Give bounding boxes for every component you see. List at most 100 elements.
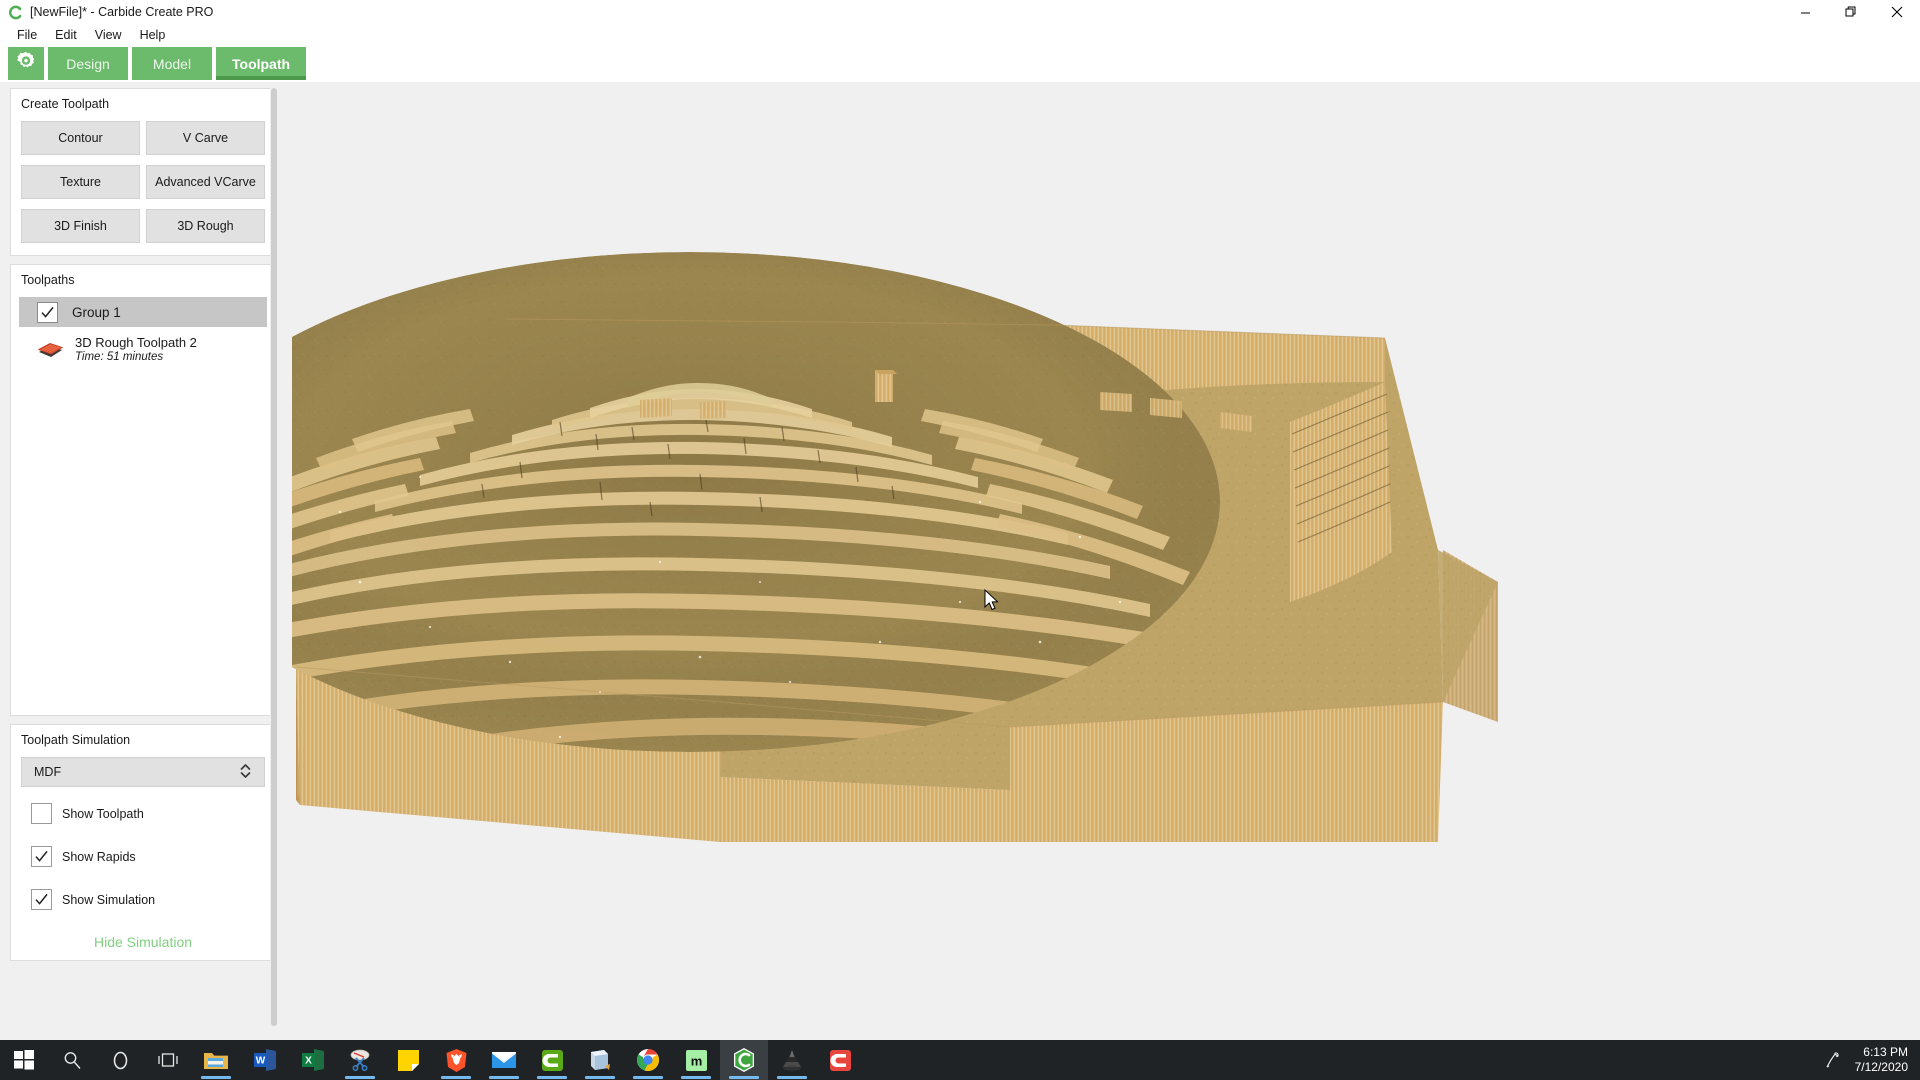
brave-browser-button[interactable] [432,1040,480,1080]
m-app-icon: m [685,1049,707,1071]
scrollbar-thumb[interactable] [271,88,277,1026]
toolpaths-title: Toolpaths [21,273,75,287]
task-view-button[interactable] [144,1040,192,1080]
mail-button[interactable] [480,1040,528,1080]
toolpath-group-row[interactable]: Group 1 [19,297,267,327]
left-panel: Create Toolpath Contour V Carve Texture … [0,82,284,1040]
3d-finish-button[interactable]: 3D Finish [21,209,140,243]
vcarve-button[interactable]: V Carve [146,121,265,155]
application-window: [NewFile]* - Carbide Create PRO File Edi… [0,0,1920,1080]
toolpath-list-item[interactable]: 3D Rough Toolpath 2 Time: 51 minutes [11,327,275,363]
m-app-button[interactable]: m [672,1040,720,1080]
tab-toolpath[interactable]: Toolpath [216,47,307,80]
clock[interactable]: 6:13 PM 7/12/2020 [1855,1045,1908,1075]
camtasia-button[interactable] [528,1040,576,1080]
cortana-button[interactable] [96,1040,144,1080]
simulation-title: Toolpath Simulation [21,733,131,747]
tab-design[interactable]: Design [48,47,128,80]
create-toolpath-title: Create Toolpath [21,97,110,111]
group-visibility-checkbox[interactable] [37,301,58,323]
chrome-button[interactable] [624,1040,672,1080]
clock-time: 6:13 PM [1863,1045,1908,1059]
toolpath-item-meta: 3D Rough Toolpath 2 Time: 51 minutes [75,335,197,363]
camtasia-red-icon [829,1049,851,1071]
inkscape-icon [783,1050,801,1071]
file-explorer-button[interactable] [192,1040,240,1080]
show-simulation-label: Show Simulation [62,892,156,907]
svg-text:X: X [305,1056,312,1067]
advanced-vcarve-button[interactable]: Advanced VCarve [146,165,265,199]
search-button[interactable] [48,1040,96,1080]
camtasia-red-button[interactable] [816,1040,864,1080]
window-controls [1782,0,1920,24]
mail-icon [492,1052,516,1068]
toolpath-item-name: 3D Rough Toolpath 2 [75,335,197,350]
left-panel-scrollbar[interactable] [270,88,278,1032]
clock-date: 7/12/2020 [1854,1060,1908,1074]
material-select-value: MDF [34,765,62,779]
check-icon [35,893,48,905]
mode-tab-strip: Design Model Toolpath [0,46,1920,82]
snipping-tool-button[interactable] [336,1040,384,1080]
toolpath-simulation-card: Toolpath Simulation MDF Show Toolpath Sh… [10,724,276,961]
windows-taskbar: W X m 6:13 PM 7/12/2020 [0,1040,1920,1080]
check-icon [41,306,54,318]
menu-file[interactable]: File [8,26,46,44]
show-simulation-row[interactable]: Show Simulation [21,889,265,910]
menu-bar: File Edit View Help [0,24,1920,46]
show-rapids-label: Show Rapids [62,849,136,864]
show-simulation-checkbox[interactable] [31,889,52,910]
menu-edit[interactable]: Edit [46,26,86,44]
material-select[interactable]: MDF [21,757,265,787]
show-toolpath-label: Show Toolpath [62,806,144,821]
word-button[interactable]: W [240,1040,288,1080]
pen-icon[interactable] [1823,1050,1841,1070]
sticky-notes-button[interactable] [384,1040,432,1080]
brave-lion-icon [446,1048,466,1072]
center-tab [875,370,893,402]
show-toolpath-row[interactable]: Show Toolpath [21,803,265,824]
menu-help[interactable]: Help [131,26,175,44]
carbide-create-button[interactable] [720,1040,768,1080]
toolpaths-card: Toolpaths Group 1 3D Rough Toolpath 2 Ti… [10,264,276,716]
window-title: [NewFile]* - Carbide Create PRO [30,5,214,19]
journal-button[interactable] [576,1040,624,1080]
svg-text:W: W [255,1056,265,1067]
carbide-create-icon [734,1048,754,1072]
contour-button[interactable]: Contour [21,121,140,155]
check-icon [35,850,48,862]
title-bar: [NewFile]* - Carbide Create PRO [0,0,1920,24]
scissors-icon [350,1049,370,1071]
show-toolpath-checkbox[interactable] [31,803,52,824]
close-button[interactable] [1874,0,1920,24]
group-label: Group 1 [72,304,121,320]
excel-icon: X [301,1049,324,1071]
show-rapids-checkbox[interactable] [31,846,52,867]
main-body: Create Toolpath Contour V Carve Texture … [0,82,1920,1040]
hide-simulation-button[interactable]: Hide Simulation [21,932,265,950]
inkscape-button[interactable] [768,1040,816,1080]
3d-rough-button[interactable]: 3D Rough [146,209,265,243]
minimize-button[interactable] [1782,0,1828,24]
show-rapids-row[interactable]: Show Rapids [21,846,265,867]
create-toolpath-buttons: Contour V Carve Texture Advanced VCarve … [21,121,265,243]
cortana-icon [113,1051,127,1069]
texture-button[interactable]: Texture [21,165,140,199]
app-logo-icon [4,1,26,23]
menu-view[interactable]: View [86,26,131,44]
chrome-icon [637,1049,659,1071]
simulation-render [292,82,1920,1040]
create-toolpath-card: Create Toolpath Contour V Carve Texture … [10,88,276,256]
svg-text:m: m [690,1053,702,1068]
windows-logo-icon [14,1050,34,1070]
3d-viewport[interactable] [292,82,1920,1040]
tab-model[interactable]: Model [132,47,212,80]
settings-gear-button[interactable] [8,47,44,80]
sticky-note-icon [397,1049,419,1071]
folder-icon [204,1053,228,1069]
gear-icon [15,50,37,77]
start-button[interactable] [0,1040,48,1080]
restore-button[interactable] [1828,0,1874,24]
excel-button[interactable]: X [288,1040,336,1080]
stepper-updown-icon[interactable] [239,762,252,783]
